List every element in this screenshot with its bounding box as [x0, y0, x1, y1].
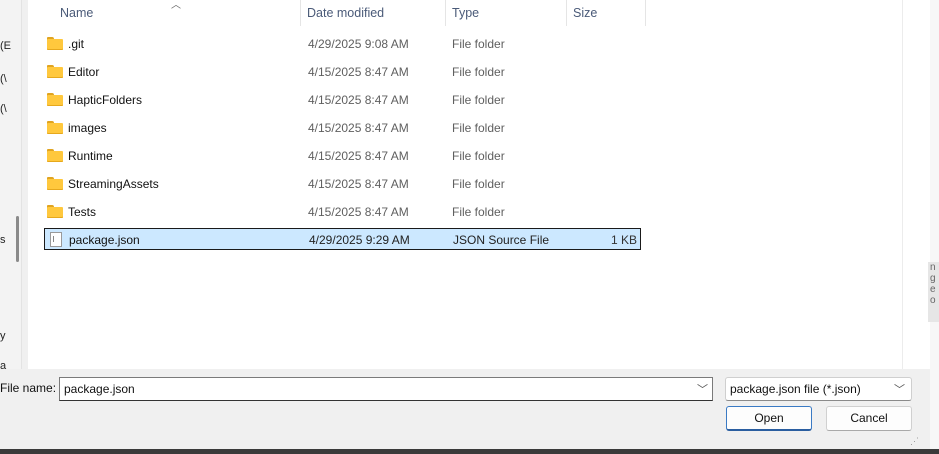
file-date-modified: 4/15/2025 8:47 AM [308, 121, 409, 135]
nav-item-fragment[interactable]: s [0, 234, 6, 246]
column-header-name[interactable]: Name [54, 0, 301, 26]
nav-item-fragment[interactable]: (\ [0, 73, 7, 85]
file-date-modified: 4/15/2025 8:47 AM [308, 93, 409, 107]
file-name: images [68, 121, 107, 135]
background-text-char: g [930, 273, 936, 284]
nav-item-fragment[interactable]: (E [0, 40, 11, 52]
file-name-label: File name: [0, 381, 57, 395]
file-name: Runtime [68, 149, 113, 163]
file-name: Tests [68, 205, 97, 219]
file-type: File folder [452, 65, 505, 79]
navigation-pane[interactable]: (E (\ (\ s y a [0, 0, 22, 370]
file-type: File folder [452, 205, 505, 219]
json-file-icon [50, 232, 62, 247]
file-row[interactable]: StreamingAssets 4/15/2025 8:47 AM File f… [44, 173, 641, 195]
file-type-filter-select[interactable]: package.json file (*.json) ﹀ [725, 377, 912, 401]
list-scrollbar[interactable] [902, 0, 930, 369]
folder-icon [47, 65, 63, 78]
folder-icon [47, 205, 63, 218]
folder-icon [47, 149, 63, 162]
resize-grip-icon[interactable]: ⋰ [910, 436, 919, 447]
chevron-down-icon[interactable]: ﹀ [697, 381, 708, 397]
file-date-modified: 4/15/2025 8:47 AM [308, 65, 409, 79]
file-type: File folder [452, 121, 505, 135]
column-header-size[interactable]: Size [567, 0, 646, 26]
file-type: File folder [452, 177, 505, 191]
folder-icon [47, 177, 63, 190]
file-date-modified: 4/29/2025 9:29 AM [309, 233, 410, 247]
file-row[interactable]: images 4/15/2025 8:47 AM File folder [44, 117, 641, 139]
file-row[interactable]: Runtime 4/15/2025 8:47 AM File folder [44, 145, 641, 167]
file-type: File folder [452, 37, 505, 51]
taskbar-edge [0, 449, 939, 454]
file-name: HapticFolders [68, 93, 143, 107]
background-text-char: n [930, 262, 936, 273]
file-type: File folder [452, 93, 505, 107]
file-name: package.json [69, 233, 140, 247]
folder-icon [47, 93, 63, 106]
file-row-selected[interactable]: package.json 4/29/2025 9:29 AM JSON Sour… [44, 228, 641, 250]
file-name: .git [68, 37, 85, 51]
background-text-fragment: n g e o [928, 262, 939, 322]
file-type: File folder [452, 149, 505, 163]
file-date-modified: 4/15/2025 8:47 AM [308, 177, 409, 191]
file-name: Editor [68, 65, 100, 79]
file-row[interactable]: .git 4/29/2025 9:08 AM File folder [44, 33, 641, 55]
column-header-row: ︿ Name Date modified Type Size [28, 0, 646, 28]
file-name-input[interactable]: package.json ﹀ [59, 377, 713, 401]
column-header-date-modified[interactable]: Date modified [301, 0, 446, 26]
file-date-modified: 4/29/2025 9:08 AM [308, 37, 409, 51]
file-name: StreamingAssets [68, 177, 159, 191]
file-size: 1 KB [610, 233, 637, 247]
background-text-char: e [930, 284, 936, 295]
file-name-value[interactable]: package.json [64, 382, 135, 396]
background-text-char: o [930, 295, 936, 306]
file-type-filter-value[interactable]: package.json file (*.json) [730, 382, 861, 396]
folder-icon [47, 121, 63, 134]
file-row[interactable]: Editor 4/15/2025 8:47 AM File folder [44, 61, 641, 83]
folder-icon [47, 37, 63, 50]
nav-item-fragment[interactable]: (\ [0, 103, 7, 115]
dialog-footer: File name: package.json ﹀ package.json f… [0, 369, 930, 454]
chevron-down-icon[interactable]: ﹀ [894, 381, 905, 397]
background-window-edge [930, 0, 939, 454]
nav-item-fragment[interactable]: y [0, 330, 6, 342]
open-button[interactable]: Open [726, 406, 812, 431]
file-row[interactable]: Tests 4/15/2025 8:47 AM File folder [44, 201, 641, 223]
file-date-modified: 4/15/2025 8:47 AM [308, 205, 409, 219]
file-type: JSON Source File [453, 233, 550, 247]
cancel-button[interactable]: Cancel [826, 406, 912, 431]
file-row[interactable]: HapticFolders 4/15/2025 8:47 AM File fol… [44, 89, 641, 111]
file-list[interactable]: ︿ Name Date modified Type Size .git 4/29… [28, 0, 930, 369]
file-date-modified: 4/15/2025 8:47 AM [308, 149, 409, 163]
nav-scrollbar-thumb[interactable] [16, 216, 19, 262]
column-header-type[interactable]: Type [446, 0, 567, 26]
